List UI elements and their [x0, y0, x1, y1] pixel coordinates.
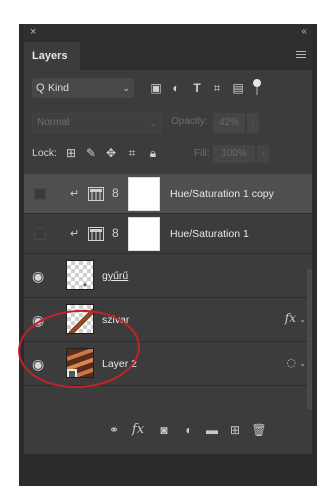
lock-transparent-pixels-icon[interactable]: ⊞: [64, 146, 78, 160]
delete-icon[interactable]: 🗑︎: [251, 422, 267, 438]
filter-toggle-icon[interactable]: [250, 78, 264, 95]
adjustment-layer-icon: [88, 227, 104, 241]
layer-mask-thumbnail[interactable]: [128, 177, 160, 211]
visibility-toggle[interactable]: [34, 188, 46, 200]
layers-panel: × ‹‹ Layers Q Kind ⌄ ▣ ◐ T ⌗ ▤ Normal ⌄ …: [24, 24, 312, 454]
fx-icon[interactable]: fx: [130, 422, 146, 438]
fx-icon[interactable]: fx: [285, 311, 296, 325]
fill-input[interactable]: 100%: [213, 145, 255, 163]
fill-slider-button[interactable]: ›: [257, 145, 269, 163]
close-icon[interactable]: ×: [30, 26, 36, 38]
panel-top-strip: × ‹‹: [24, 24, 312, 42]
eye-icon[interactable]: ◉: [32, 269, 46, 283]
new-group-icon[interactable]: ▬: [204, 422, 220, 438]
eye-icon[interactable]: ◉: [32, 313, 46, 327]
tab-layers[interactable]: Layers: [24, 42, 80, 70]
link-icon: 8: [112, 186, 119, 200]
blend-mode-dropdown[interactable]: Normal ⌄: [32, 113, 162, 133]
image-filter-icon[interactable]: ▣: [149, 81, 163, 95]
shape-filter-icon[interactable]: ⌗: [210, 81, 224, 95]
layer-row[interactable]: ↵ 8 Hue/Saturation 1: [24, 214, 312, 254]
search-icon: Q: [36, 82, 45, 94]
opacity-slider-button[interactable]: ›: [247, 113, 259, 133]
link-layers-icon[interactable]: ⚭: [106, 422, 122, 438]
panel-tab-bar: Layers: [24, 42, 312, 70]
layer-name[interactable]: Hue/Saturation 1: [170, 228, 249, 240]
scrollbar[interactable]: [307, 269, 312, 409]
smart-filter-icon[interactable]: ◌: [286, 356, 296, 369]
layer-name[interactable]: gyűrű: [102, 270, 128, 282]
eye-icon[interactable]: ◉: [32, 357, 46, 371]
clipping-mask-icon: ↵: [70, 188, 80, 200]
layer-row[interactable]: ◉ gyűrű: [24, 254, 312, 298]
opacity-label: Opacity:: [171, 116, 208, 127]
link-icon: 8: [112, 226, 119, 240]
opacity-input[interactable]: 42%: [213, 113, 245, 133]
lock-row: Lock: ⊞ ✎ ✥ ⌗ 🔒︎ Fill: 100% ›: [24, 142, 312, 166]
clipping-mask-icon: ↵: [70, 228, 80, 240]
collapse-icon[interactable]: ‹‹: [301, 26, 307, 37]
chevron-down-icon[interactable]: ⌄: [299, 359, 306, 368]
adjustment-layer-icon: [88, 187, 104, 201]
kind-filter-label: Kind: [48, 82, 70, 94]
layer-thumbnail[interactable]: [66, 260, 94, 290]
new-layer-icon[interactable]: ⊞: [227, 422, 243, 438]
blend-mode-value: Normal: [37, 117, 70, 128]
adjustment-filter-icon[interactable]: ◐: [169, 81, 183, 95]
lock-label: Lock:: [32, 147, 58, 159]
fill-label: Fill:: [194, 148, 210, 159]
layer-row[interactable]: ↵ 8 Hue/Saturation 1 copy: [24, 174, 312, 214]
chevron-down-icon: ⌄: [149, 118, 157, 128]
blend-row: Normal ⌄ Opacity: 42% ›: [24, 112, 312, 134]
lock-all-icon[interactable]: 🔒︎: [146, 146, 160, 160]
layer-thumbnail[interactable]: [66, 304, 94, 334]
smart-object-filter-icon[interactable]: ▤: [231, 81, 245, 95]
kind-filter-dropdown[interactable]: Q Kind ⌄: [32, 78, 134, 98]
layer-row[interactable]: ◉ Layer 2 ◌ ⌄: [24, 342, 312, 386]
visibility-toggle[interactable]: [34, 228, 46, 240]
layer-mask-thumbnail[interactable]: [128, 217, 160, 251]
layer-name[interactable]: Layer 2: [102, 358, 137, 370]
lock-image-pixels-icon[interactable]: ✎: [84, 146, 98, 160]
panel-menu-icon[interactable]: [296, 51, 306, 59]
add-mask-icon[interactable]: ◙: [156, 422, 172, 438]
chevron-down-icon[interactable]: ⌄: [299, 315, 306, 324]
chevron-down-icon: ⌄: [122, 83, 130, 93]
photoshop-layers-window: × ‹‹ Layers Q Kind ⌄ ▣ ◐ T ⌗ ▤ Normal ⌄ …: [19, 24, 317, 486]
layer-name[interactable]: szivar: [102, 314, 129, 326]
filter-row: Q Kind ⌄ ▣ ◐ T ⌗ ▤: [24, 76, 312, 100]
layer-name[interactable]: Hue/Saturation 1 copy: [170, 188, 274, 200]
layer-row[interactable]: ◉ szivar fx ⌄: [24, 298, 312, 342]
new-adjustment-icon[interactable]: ◐: [181, 422, 197, 438]
layer-thumbnail[interactable]: [66, 348, 94, 378]
type-filter-icon[interactable]: T: [190, 81, 204, 95]
lock-position-icon[interactable]: ✥: [104, 146, 118, 160]
lock-artboard-icon[interactable]: ⌗: [125, 146, 139, 160]
layers-list: ↵ 8 Hue/Saturation 1 copy ↵ 8 Hue/Satura…: [24, 174, 312, 409]
layers-bottom-bar: ⚭ fx ◙ ◐ ▬ ⊞ 🗑︎: [24, 418, 312, 444]
